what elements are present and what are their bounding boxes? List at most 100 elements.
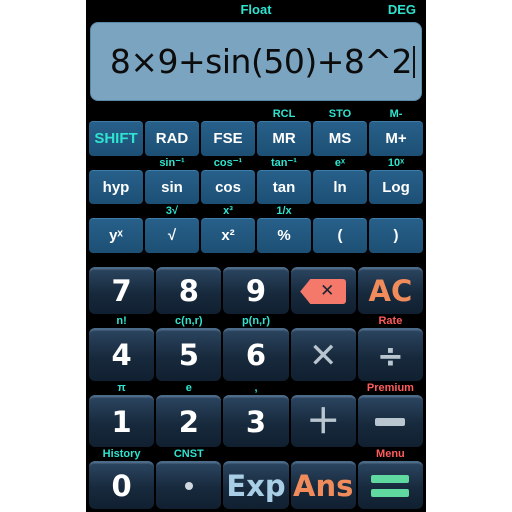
key-label-memory-add: M+: [385, 130, 407, 148]
key-cell-digit-2: e2: [155, 381, 222, 448]
key-label-memory-store: MS: [328, 130, 352, 148]
key-open-paren[interactable]: (: [313, 218, 367, 253]
secondary-label-digit-2[interactable]: e: [156, 381, 221, 395]
key-divide[interactable]: ÷: [357, 328, 424, 381]
secondary-label-decimal-point[interactable]: CNST: [156, 447, 221, 461]
key-label-sin: sin: [161, 178, 183, 196]
key-ln[interactable]: ln: [313, 169, 367, 205]
key-label-digit-6: 6: [245, 338, 267, 373]
key-x-squared[interactable]: x²: [201, 218, 255, 253]
decimal-dot-icon: [184, 482, 193, 491]
key-digit-0[interactable]: 0: [89, 461, 155, 510]
secondary-label-ln[interactable]: eˣ: [313, 156, 367, 170]
key-cell-cos: cos⁻¹ cos: [200, 156, 256, 205]
key-cell-digit-7: 7: [88, 253, 155, 315]
secondary-label-digit-0[interactable]: History: [89, 447, 154, 461]
key-minus[interactable]: [357, 394, 424, 448]
secondary-label-digit-6[interactable]: p(n,r): [223, 314, 288, 328]
key-hyp[interactable]: hyp: [89, 169, 143, 205]
key-sin[interactable]: sin: [145, 169, 199, 205]
key-all-clear[interactable]: AC: [357, 266, 424, 315]
key-label-percent: %: [277, 227, 291, 245]
key-digit-4[interactable]: 4: [89, 328, 155, 381]
secondary-label-log[interactable]: 10ˣ: [369, 156, 423, 170]
key-equals[interactable]: [357, 461, 424, 510]
key-label-rad: RAD: [155, 130, 189, 148]
text-cursor: [413, 45, 415, 78]
key-memory-add[interactable]: M+: [369, 121, 423, 156]
key-cell-digit-8: 8: [155, 253, 222, 315]
secondary-label-minus[interactable]: Premium: [358, 381, 423, 395]
key-digit-3[interactable]: 3: [223, 394, 289, 448]
row-bottom: History 0 CNST Exp Ans Menu: [88, 447, 424, 510]
plus-icon: ＋: [306, 402, 341, 443]
key-cell-sin: sin⁻¹ sin: [144, 156, 200, 205]
key-tan[interactable]: tan: [257, 169, 311, 205]
secondary-label-sin[interactable]: sin⁻¹: [145, 156, 199, 170]
key-y-to-x[interactable]: yˣ: [89, 218, 143, 253]
backspace-icon: ✕: [300, 279, 347, 305]
key-rad[interactable]: RAD: [145, 121, 199, 156]
secondary-label-empty: [291, 253, 356, 267]
secondary-label-memory-recall[interactable]: RCL: [257, 107, 311, 121]
key-cell-rad: RAD: [144, 107, 200, 156]
key-digit-9[interactable]: 9: [223, 266, 289, 315]
secondary-label-percent[interactable]: 1/x: [257, 204, 311, 218]
key-cell-multiply: ✕: [290, 314, 357, 381]
angle-unit-indicator[interactable]: DEG: [388, 2, 416, 17]
key-memory-recall[interactable]: MR: [257, 121, 311, 156]
key-digit-6[interactable]: 6: [223, 328, 289, 381]
secondary-label-digit-5[interactable]: c(n,r): [156, 314, 221, 328]
secondary-label-equals[interactable]: Menu: [358, 447, 423, 461]
key-cos[interactable]: cos: [201, 169, 255, 205]
key-plus[interactable]: ＋: [290, 394, 356, 448]
key-digit-1[interactable]: 1: [89, 394, 155, 448]
secondary-label-digit-1[interactable]: π: [89, 381, 154, 395]
key-percent[interactable]: %: [257, 218, 311, 253]
secondary-label-digit-4[interactable]: n!: [89, 314, 154, 328]
secondary-label-memory-store[interactable]: STO: [313, 107, 367, 121]
key-cell-backspace: ✕: [290, 253, 357, 315]
key-memory-store[interactable]: MS: [313, 121, 367, 156]
key-fse[interactable]: FSE: [201, 121, 255, 156]
key-cell-digit-6: p(n,r) 6: [222, 314, 289, 381]
minus-icon: [375, 418, 406, 427]
key-log[interactable]: Log: [369, 169, 423, 205]
key-digit-7[interactable]: 7: [89, 266, 155, 315]
key-cell-answer: Ans: [290, 447, 357, 510]
key-answer[interactable]: Ans: [290, 461, 356, 510]
key-cell-log: 10ˣ Log: [368, 156, 424, 205]
secondary-label-memory-add[interactable]: M-: [369, 107, 423, 121]
key-label-digit-0: 0: [111, 468, 132, 503]
key-cell-fse: FSE: [200, 107, 256, 156]
secondary-label-empty: [291, 447, 356, 461]
key-digit-8[interactable]: 8: [156, 266, 222, 315]
expression-display[interactable]: 8×9+sin(50)+8^2: [90, 22, 422, 101]
key-digit-5[interactable]: 5: [156, 328, 222, 381]
key-backspace[interactable]: ✕: [290, 266, 356, 315]
secondary-label-square-root[interactable]: 3√: [145, 204, 199, 218]
key-exponent[interactable]: Exp: [223, 461, 289, 510]
key-digit-2[interactable]: 2: [156, 394, 222, 448]
secondary-label-digit-3[interactable]: ,: [223, 381, 288, 395]
key-cell-digit-9: 9: [222, 253, 289, 315]
secondary-label-x-squared[interactable]: x³: [201, 204, 255, 218]
secondary-label-cos[interactable]: cos⁻¹: [201, 156, 255, 170]
key-label-digit-9: 9: [245, 274, 267, 309]
key-shift[interactable]: SHIFT: [89, 121, 143, 156]
key-cell-percent: 1/x%: [256, 204, 312, 253]
number-format-indicator[interactable]: Float: [86, 2, 426, 17]
secondary-label-divide[interactable]: Rate: [358, 314, 423, 328]
secondary-label-empty: [89, 253, 154, 267]
secondary-label-empty: [313, 204, 367, 218]
key-close-paren[interactable]: ): [369, 218, 423, 253]
key-decimal-point[interactable]: [156, 461, 222, 510]
key-cell-all-clear: AC: [357, 253, 424, 315]
key-label-digit-4: 4: [111, 338, 132, 373]
key-label-digit-3: 3: [245, 404, 267, 439]
key-cell-memory-store: STO MS: [312, 107, 368, 156]
secondary-label-tan[interactable]: tan⁻¹: [257, 156, 311, 170]
key-multiply[interactable]: ✕: [290, 328, 356, 381]
key-square-root[interactable]: √: [145, 218, 199, 253]
secondary-label-empty: [369, 204, 423, 218]
